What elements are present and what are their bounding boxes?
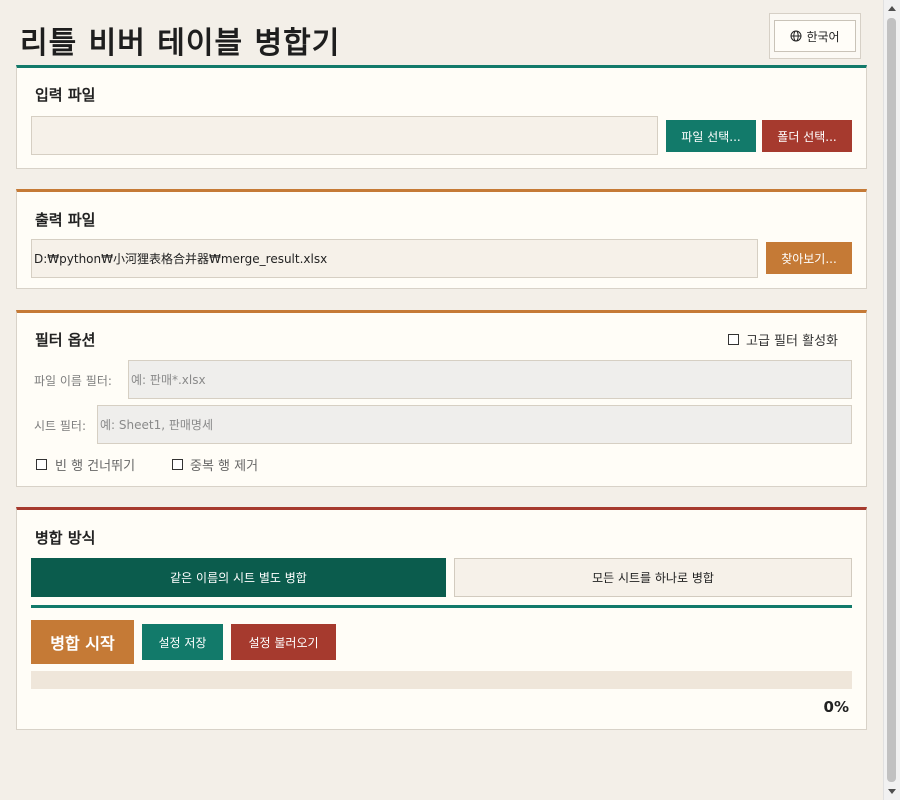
sheet-filter-label: 시트 필터: [34, 419, 87, 433]
remove-duplicates-checkbox[interactable] [172, 459, 183, 470]
remove-duplicates-label[interactable]: 중복 행 제거 [190, 455, 258, 474]
browse-button[interactable]: 찾아보기... [766, 242, 852, 274]
filter-options-title: 필터 옵션 [35, 331, 96, 349]
merge-method-card: 병합 방식 같은 이름의 시트 별도 병합 모든 시트를 하나로 병합 병합 시… [16, 507, 867, 730]
merge-method-title: 병합 방식 [35, 529, 96, 547]
progress-bar [31, 671, 852, 689]
globe-icon [790, 30, 802, 42]
merge-mode-same-name[interactable]: 같은 이름의 시트 별도 병합 [31, 558, 446, 597]
output-file-title: 출력 파일 [35, 211, 96, 229]
scrollbar-thumb[interactable] [887, 18, 896, 782]
vertical-scrollbar[interactable] [883, 0, 900, 800]
input-file-title: 입력 파일 [35, 86, 96, 104]
filter-options-card: 필터 옵션 고급 필터 활성화 파일 이름 필터: 예: 판매*.xlsx 시트… [16, 310, 867, 487]
input-file-card: 입력 파일 파일 선택... 폴더 선택... [16, 65, 867, 169]
output-path-field[interactable]: D:₩python₩小河狸表格合并器₩merge_result.xlsx [31, 239, 758, 278]
sheet-filter-input[interactable]: 예: Sheet1, 판매명세 [97, 405, 852, 444]
app-title: 리틀 비버 테이블 병합기 [20, 26, 341, 61]
progress-text: 0% [823, 698, 849, 716]
save-settings-button[interactable]: 설정 저장 [142, 624, 223, 660]
merge-mode-all-sheets[interactable]: 모든 시트를 하나로 병합 [454, 558, 852, 597]
filename-filter-label: 파일 이름 필터: [34, 374, 112, 388]
language-label: 한국어 [806, 29, 840, 44]
language-button[interactable]: 한국어 [774, 20, 856, 52]
scroll-down-arrow-icon[interactable] [888, 789, 896, 794]
divider [31, 605, 852, 608]
skip-empty-rows-checkbox[interactable] [36, 459, 47, 470]
language-selector[interactable]: 한국어 [769, 13, 861, 59]
input-path-field[interactable] [31, 116, 658, 155]
skip-empty-rows-label[interactable]: 빈 행 건너뛰기 [55, 455, 135, 474]
start-merge-button[interactable]: 병합 시작 [31, 620, 134, 664]
output-file-card: 출력 파일 D:₩python₩小河狸表格合并器₩merge_result.xl… [16, 189, 867, 289]
select-folder-button[interactable]: 폴더 선택... [762, 120, 852, 152]
scroll-up-arrow-icon[interactable] [888, 6, 896, 11]
select-file-button[interactable]: 파일 선택... [666, 120, 756, 152]
advanced-filter-checkbox[interactable] [728, 334, 739, 345]
advanced-filter-label[interactable]: 고급 필터 활성화 [746, 330, 838, 349]
filename-filter-input[interactable]: 예: 판매*.xlsx [128, 360, 852, 399]
load-settings-button[interactable]: 설정 불러오기 [231, 624, 336, 660]
